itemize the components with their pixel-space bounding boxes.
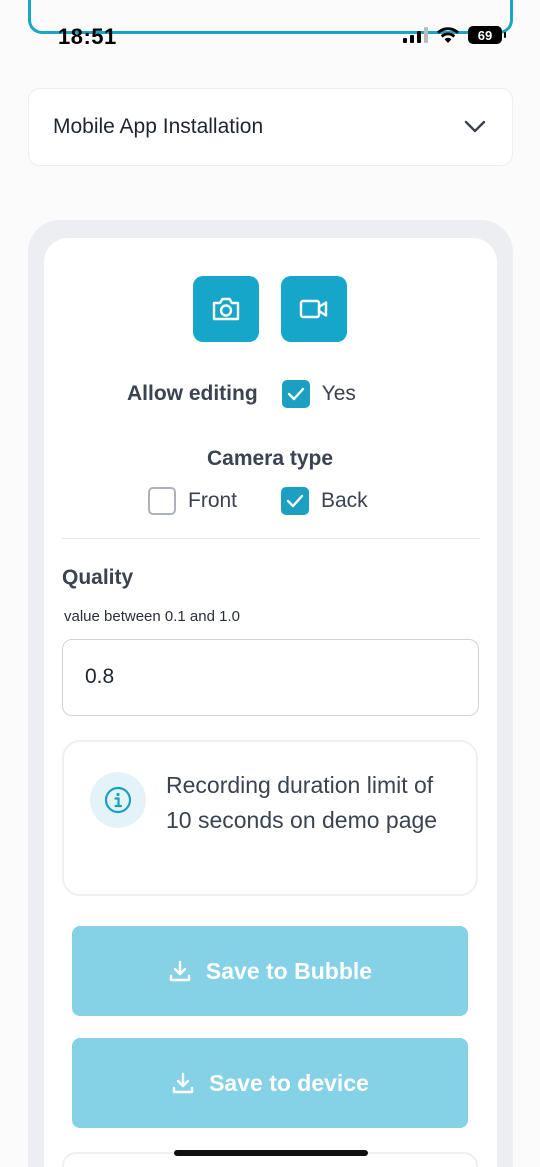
back-option-label: Back <box>321 489 368 512</box>
download-icon <box>169 960 191 982</box>
info-box: Recording duration limit of 10 seconds o… <box>62 740 478 896</box>
info-icon-badge <box>90 772 146 828</box>
record-video-button[interactable] <box>281 276 347 342</box>
chevron-down-icon <box>464 120 486 133</box>
video-icon <box>299 299 328 319</box>
home-indicator[interactable] <box>174 1150 368 1156</box>
status-time: 18:51 <box>58 24 117 49</box>
camera-icon <box>212 297 240 321</box>
allow-editing-label: Allow editing <box>127 382 258 405</box>
quality-hint: value between 0.1 and 1.0 <box>64 608 240 625</box>
wifi-icon <box>437 27 459 43</box>
info-icon <box>104 786 132 814</box>
camera-type-heading-wrap: Camera type <box>0 447 540 471</box>
check-icon <box>286 494 304 508</box>
download-icon <box>172 1072 194 1094</box>
save-to-device-button[interactable]: Save to device <box>72 1038 468 1128</box>
back-checkbox[interactable] <box>281 487 309 515</box>
battery-icon: 69 <box>468 26 506 44</box>
check-icon <box>287 387 304 401</box>
status-bar: 18:51 69 <box>0 0 540 58</box>
allow-editing-checkbox[interactable] <box>281 380 310 408</box>
allow-editing-option: Yes <box>321 382 356 405</box>
quality-input[interactable]: 0.8 <box>62 639 479 716</box>
camera-type-front[interactable]: Front <box>148 487 237 515</box>
info-text: Recording duration limit of 10 seconds o… <box>166 772 438 833</box>
front-checkbox[interactable] <box>148 487 176 515</box>
save-to-bubble-button[interactable]: Save to Bubble <box>72 926 468 1016</box>
save-to-device-label: Save to device <box>209 1069 369 1096</box>
dropdown-label: Mobile App Installation <box>53 115 264 138</box>
save-to-bubble-label: Save to Bubble <box>205 957 373 984</box>
signal-icon <box>403 27 428 43</box>
front-option-label: Front <box>188 489 238 512</box>
quality-title: Quality <box>62 566 134 589</box>
divider <box>62 538 480 539</box>
camera-type-label: Camera type <box>206 447 334 470</box>
section-dropdown[interactable]: Mobile App Installation <box>28 88 513 166</box>
camera-type-back[interactable]: Back <box>281 487 368 515</box>
allow-editing-row: Allow editing Yes <box>127 380 356 408</box>
take-photo-button[interactable] <box>193 276 259 342</box>
status-icons: 69 <box>403 26 506 44</box>
